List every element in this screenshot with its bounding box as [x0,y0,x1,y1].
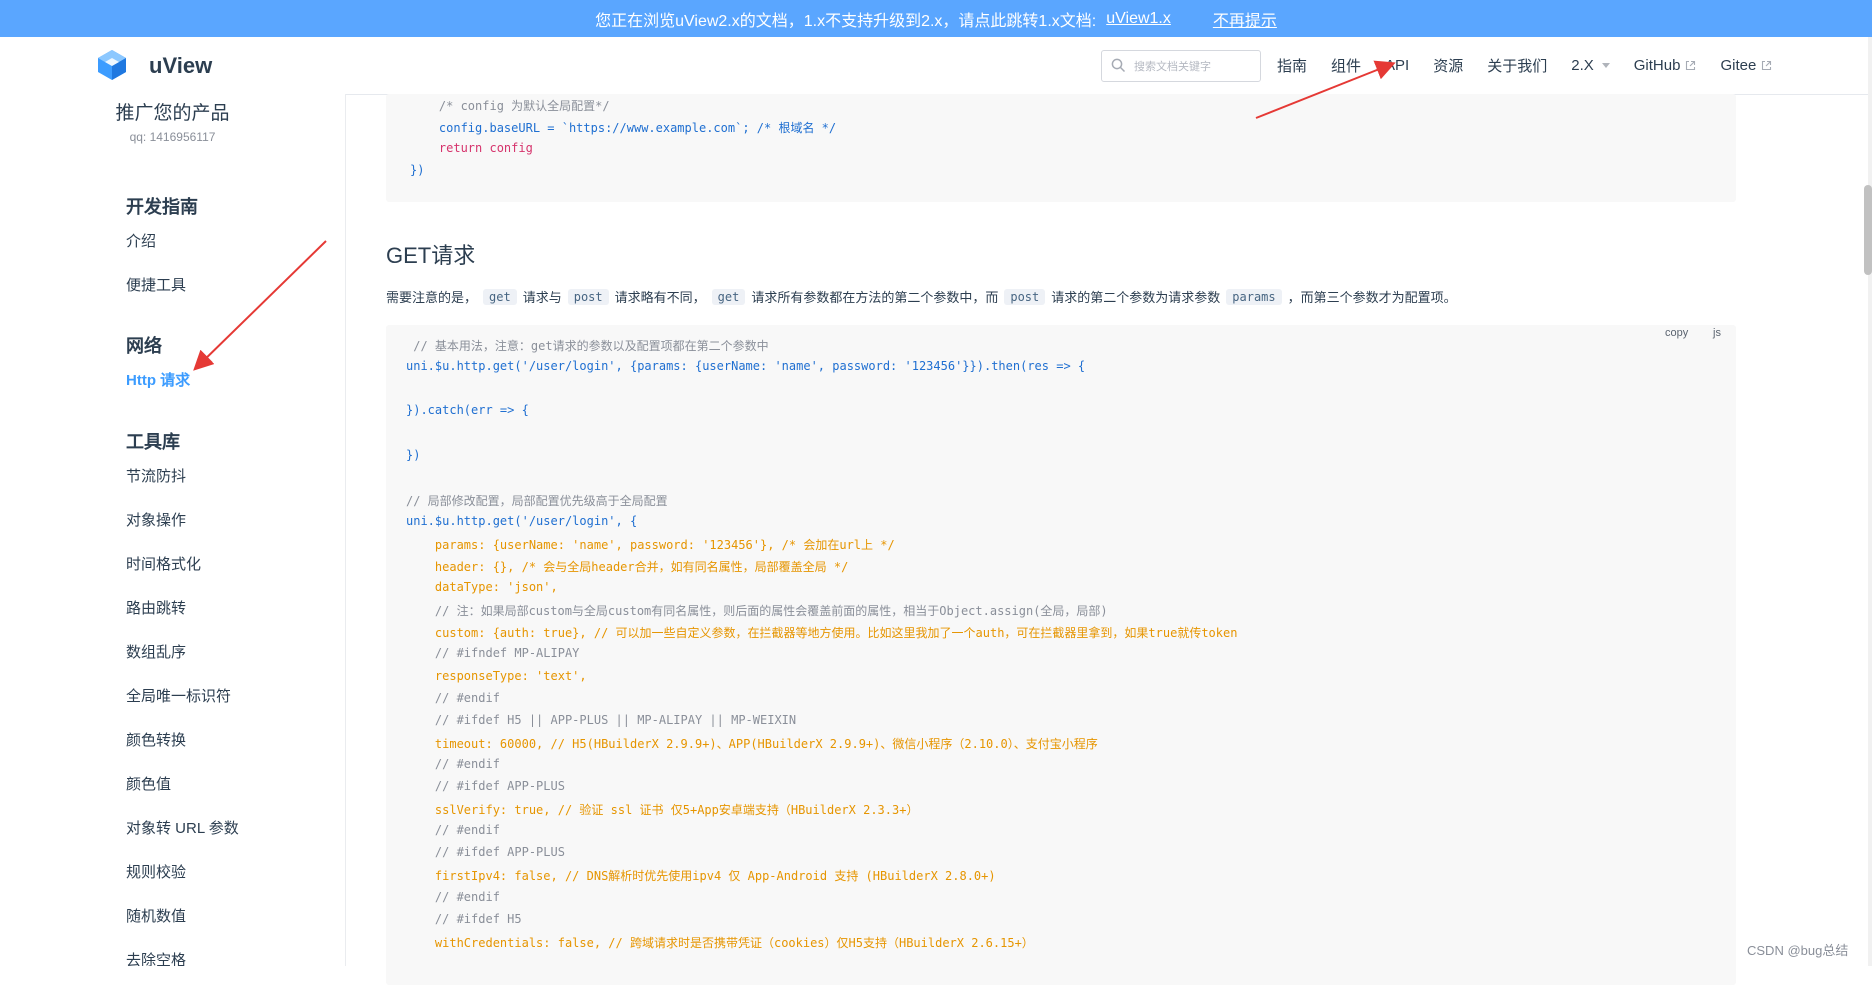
inline-code: post [567,288,609,305]
desc-text: 请求略有不同， [614,290,706,305]
code-line: // 注：如果局部custom与全局custom有同名属性，则后面的属性会覆盖前… [406,604,1108,619]
code-line: uni.$u.http.get('/user/login', { [406,513,638,528]
sidebar-item-color[interactable]: 颜色值 [126,773,171,794]
code-line: firstIpv4: false, // DNS解析时优先使用ipv4 仅 Ap… [406,869,996,884]
inline-code: params [1226,288,1282,305]
code-language-label: js [1713,327,1721,339]
code-line: // #ifdef H5 || APP-PLUS || MP-ALIPAY ||… [406,712,797,727]
inline-code: get [711,288,746,305]
nav-version-dropdown[interactable]: 2.X [1571,57,1610,74]
inline-code: post [1004,288,1046,305]
sidebar-item-http[interactable]: Http 请求 [126,369,190,390]
sidebar-item-color-convert[interactable]: 颜色转换 [126,729,186,750]
sidebar-item-random[interactable]: 随机数值 [126,905,186,926]
copy-button[interactable]: copy [1665,327,1688,339]
search-icon [1111,58,1126,73]
nav-github[interactable]: GitHub [1634,57,1697,74]
code-line: // #endif [406,823,500,838]
code-line: timeout: 60000, // H5(HBuilderX 2.9.9+)、… [406,736,1098,751]
code-line: params: {userName: 'name', password: '12… [406,537,895,552]
code-line: custom: {auth: true}, // 可以加一些自定义参数，在拦截器… [406,626,1238,641]
uview-logo-icon[interactable] [95,48,129,82]
nav-resources[interactable]: 资源 [1433,55,1463,76]
code-line: responseType: 'text', [406,668,587,683]
sidebar-group-utils: 工具库 [126,432,180,452]
sidebar-item-route[interactable]: 路由跳转 [126,597,186,618]
code-line: header: {}, /* 会与全局header合并，如有同名属性，局部覆盖全… [406,560,849,574]
sidebar-item-object[interactable]: 对象操作 [126,509,186,530]
code-line: /* config 为默认全局配置*/ [410,99,610,113]
sidebar-item-trim[interactable]: 去除空格 [126,949,186,966]
desc-text: 请求所有参数都在方法的第二个参数中，而 [751,290,999,305]
nav-guide[interactable]: 指南 [1277,55,1307,76]
nav-github-label: GitHub [1633,57,1681,74]
code-line: sslVerify: true, // 验证 ssl 证书 仅5+App安卓端支… [406,803,919,818]
csdn-watermark: CSDN @bug总结 [1747,943,1849,958]
sidebar-item-throttle[interactable]: 节流防抖 [126,465,186,486]
nav-version-label: 2.X [1571,57,1594,74]
code-line: // 基本用法，注意：get请求的参数以及配置项都在第二个参数中 [406,339,769,353]
sidebar-item-test[interactable]: 规则校验 [126,861,186,882]
code-line: // #endif [406,756,500,771]
notice-dismiss-link[interactable]: 不再提示 [1213,7,1277,31]
scrollbar-thumb[interactable] [1864,185,1872,275]
nav-api[interactable]: API [1385,57,1409,74]
sidebar-item-shuffle[interactable]: 数组乱序 [126,641,186,662]
notice-v1-link[interactable]: uView1.x [1106,10,1171,28]
sidebar-item-intro[interactable]: 介绍 [126,230,156,251]
desc-text: 请求与 [522,290,562,305]
code-line: // #ifdef APP-PLUS [406,845,565,860]
sidebar-item-time[interactable]: 时间格式化 [126,553,201,574]
nav-gitee-label: Gitee [1720,57,1757,74]
nav-about[interactable]: 关于我们 [1487,55,1547,76]
scrollbar-track[interactable] [1868,37,1872,966]
section-description: 需要注意的是， get 请求与 post 请求略有不同， get 请求所有参数都… [386,287,1457,306]
desc-text: 请求的第二个参数为请求参数 [1051,290,1221,305]
sidebar: 推广您的产品 qq: 1416956117 开发指南 介绍 便捷工具 网络 Ht… [0,94,346,966]
external-link-icon [1686,60,1696,71]
brand-name[interactable]: uView [149,53,212,79]
code-line: }).catch(err => { [406,403,529,418]
code-line: return config [410,141,533,155]
code-block-config: /* config 为默认全局配置*/ config.baseURL = `ht… [386,94,1736,202]
notice-text: 您正在浏览uView2.x的文档，1.x不支持升级到2.x，请点此跳转1.x文档… [595,12,1097,30]
external-link-icon [1762,60,1772,71]
chevron-down-icon [1601,63,1610,68]
site-header: uView 指南 组件 API 资源 关于我们 2.X GitHub Gitee [0,37,1868,95]
code-line: dataType: 'json', [406,580,558,595]
nav-components[interactable]: 组件 [1331,55,1361,76]
code-line: // #ifndef MP-ALIPAY [406,646,580,661]
code-line: config.baseURL = `https://www.example.co… [410,121,837,135]
inline-code: get [483,288,517,305]
desc-text: 需要注意的是， [386,290,478,305]
sidebar-item-query[interactable]: 对象转 URL 参数 [126,817,239,838]
sidebar-item-guid[interactable]: 全局唯一标识符 [126,685,231,706]
sidebar-item-tools[interactable]: 便捷工具 [126,274,186,295]
code-block-get: // 基本用法，注意：get请求的参数以及配置项都在第二个参数中 uni.$u.h… [386,325,1736,985]
code-line: // #endif [406,889,500,904]
code-line: // #ifdef APP-PLUS [406,779,565,793]
promo-title[interactable]: 推广您的产品 [0,98,345,125]
code-line: withCredentials: false, // 跨域请求时是否携带凭证（c… [406,935,1034,950]
code-line: // #ifdef H5 [406,911,522,926]
code-line: }) [410,163,425,177]
desc-text: ，而第三个参数才为配置项。 [1287,290,1457,305]
sidebar-group-network: 网络 [126,336,162,356]
code-line: }) [406,447,421,462]
search-input[interactable] [1132,55,1258,79]
code-line: // #endif [406,690,500,705]
code-line: uni.$u.http.get('/user/login', {params: … [406,359,1086,374]
section-heading-get: GET请求 [386,243,476,268]
nav-gitee[interactable]: Gitee [1720,57,1772,74]
search-box[interactable] [1101,50,1261,82]
notice-banner: 您正在浏览uView2.x的文档，1.x不支持升级到2.x，请点此跳转1.x文档… [0,0,1872,37]
sidebar-group-guide: 开发指南 [126,197,198,217]
code-line: // 局部修改配置，局部配置优先级高于全局配置 [406,493,668,508]
promo-qq: qq: 1416956117 [129,130,216,144]
top-nav: 指南 组件 API 资源 关于我们 2.X GitHub Gitee [1277,37,1796,94]
